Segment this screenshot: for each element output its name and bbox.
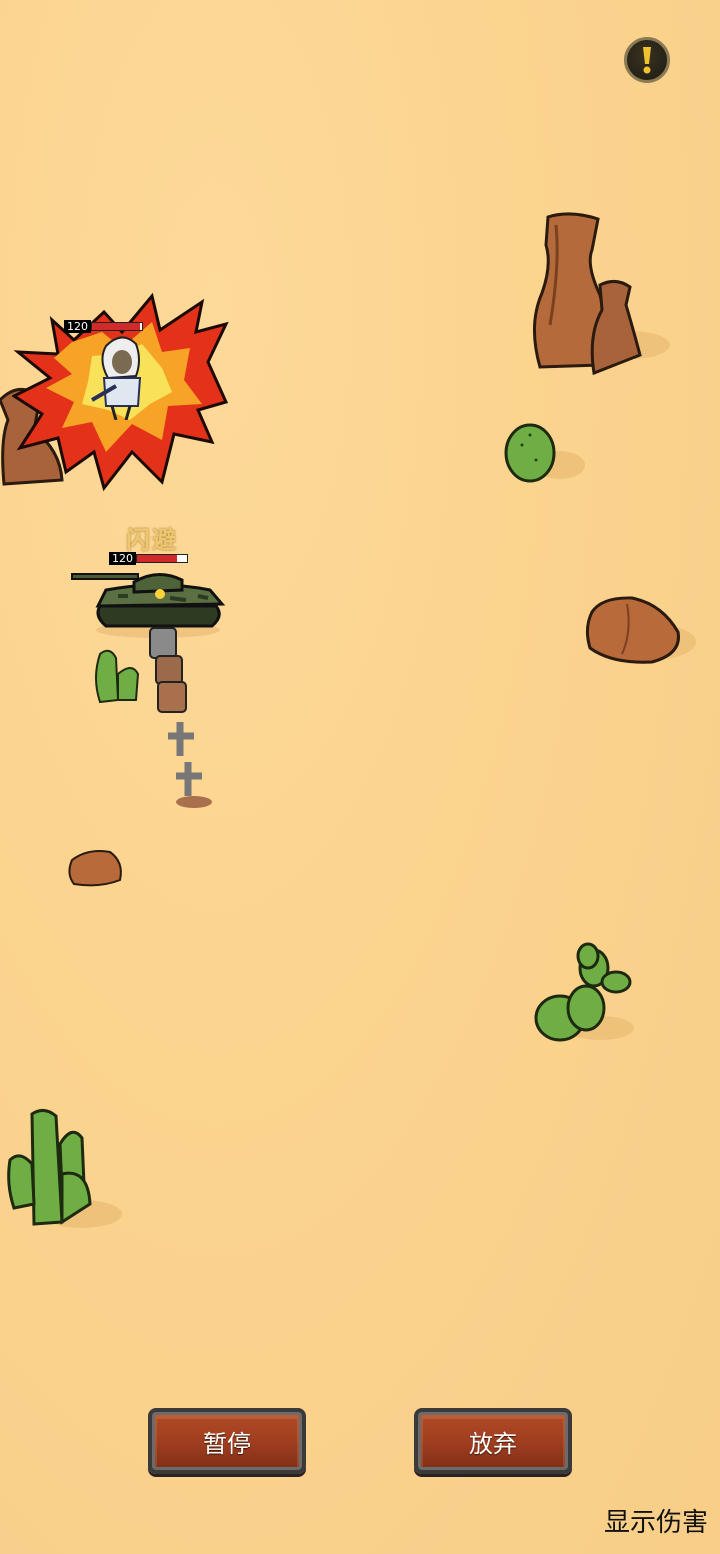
pause-label: 暂停 — [203, 1429, 251, 1458]
small-cactus — [95, 649, 140, 704]
pause-button[interactable]: 暂停 — [148, 1408, 306, 1474]
abandon-button[interactable]: 放弃 — [414, 1408, 572, 1474]
prickly-pear-cactus — [534, 942, 634, 1042]
abandon-label: 放弃 — [469, 1429, 517, 1458]
enemy-hp-fill — [92, 323, 140, 330]
small-rock — [68, 850, 122, 887]
dodge-floating-text: 闪避 — [126, 526, 178, 554]
info-button[interactable] — [624, 37, 670, 83]
cactus — [504, 423, 585, 483]
enemy-health-bar: 120 — [64, 320, 143, 333]
enemy-character — [90, 336, 142, 420]
follower-trail — [149, 627, 212, 808]
enemy-hp-value: 120 — [64, 320, 91, 333]
boulder — [585, 596, 696, 664]
rock-pillars — [532, 212, 670, 376]
saguaro-cactus — [7, 1109, 122, 1228]
show-damage-toggle[interactable]: 显示伤害 — [604, 1502, 708, 1539]
exclamation-icon — [643, 47, 651, 74]
game-scene[interactable]: 120 闪避 120 暂停 放弃 显示伤害 — [0, 0, 720, 1554]
